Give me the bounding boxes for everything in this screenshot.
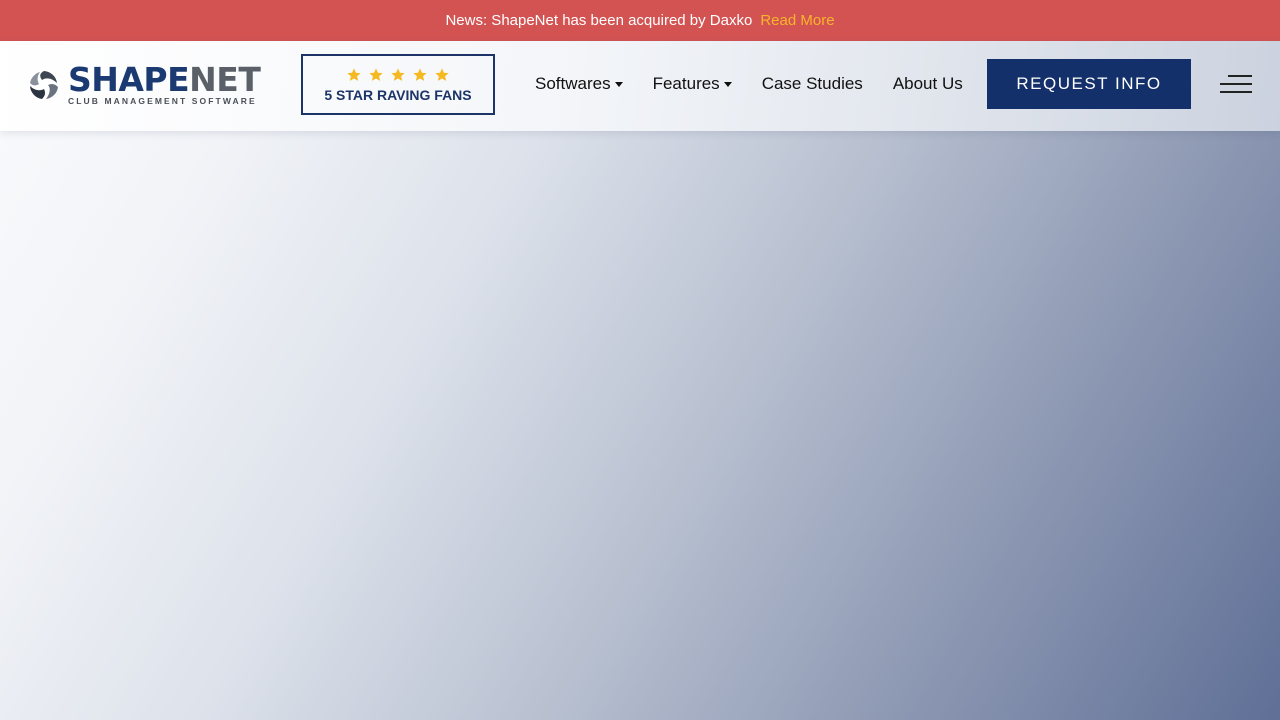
read-more-link[interactable]: Read More (760, 12, 834, 29)
star-rating (346, 67, 450, 83)
star-icon (369, 67, 383, 81)
nav-softwares[interactable]: Softwares (535, 74, 623, 94)
main-nav: Softwares Features Case Studies About Us (535, 41, 963, 127)
nav-features[interactable]: Features (653, 74, 732, 94)
site-header: SHAPENET CLUB MANAGEMENT SOFTWARE 5 STAR… (0, 41, 1280, 131)
news-bar: News: ShapeNet has been acquired by Daxk… (0, 0, 1280, 41)
rating-badge[interactable]: 5 STAR RAVING FANS (301, 54, 495, 115)
logo-word-shape: SHAPE (68, 59, 190, 99)
hamburger-icon[interactable] (1220, 73, 1252, 95)
shapenet-logo[interactable]: SHAPENET CLUB MANAGEMENT SOFTWARE (26, 63, 278, 106)
news-text: News: ShapeNet has been acquired by Daxk… (445, 12, 753, 29)
hamburger-line (1228, 75, 1252, 77)
nav-case-studies-label: Case Studies (761, 74, 863, 93)
logo-text: SHAPENET CLUB MANAGEMENT SOFTWARE (68, 63, 261, 106)
logo-word-net: NET (189, 59, 261, 99)
chevron-down-icon (614, 81, 623, 87)
nav-about-us[interactable]: About Us (893, 74, 963, 94)
nav-softwares-label: Softwares (535, 74, 611, 93)
rating-label: 5 STAR RAVING FANS (324, 86, 472, 103)
logo-swirl-icon (28, 69, 60, 101)
star-icon (347, 67, 361, 81)
nav-case-studies[interactable]: Case Studies (762, 74, 863, 94)
star-icon (413, 67, 427, 81)
request-info-button[interactable]: REQUEST INFO (987, 59, 1191, 109)
chevron-down-icon (723, 81, 732, 87)
logo-wordmark: SHAPENET (68, 63, 261, 96)
star-icon (391, 67, 405, 81)
logo-tagline: CLUB MANAGEMENT SOFTWARE (68, 95, 257, 106)
nav-features-label: Features (652, 74, 720, 93)
hamburger-line (1220, 83, 1252, 85)
hero-background (0, 131, 1280, 720)
star-icon (435, 67, 449, 81)
nav-about-us-label: About Us (892, 74, 963, 93)
hamburger-line (1220, 91, 1252, 93)
